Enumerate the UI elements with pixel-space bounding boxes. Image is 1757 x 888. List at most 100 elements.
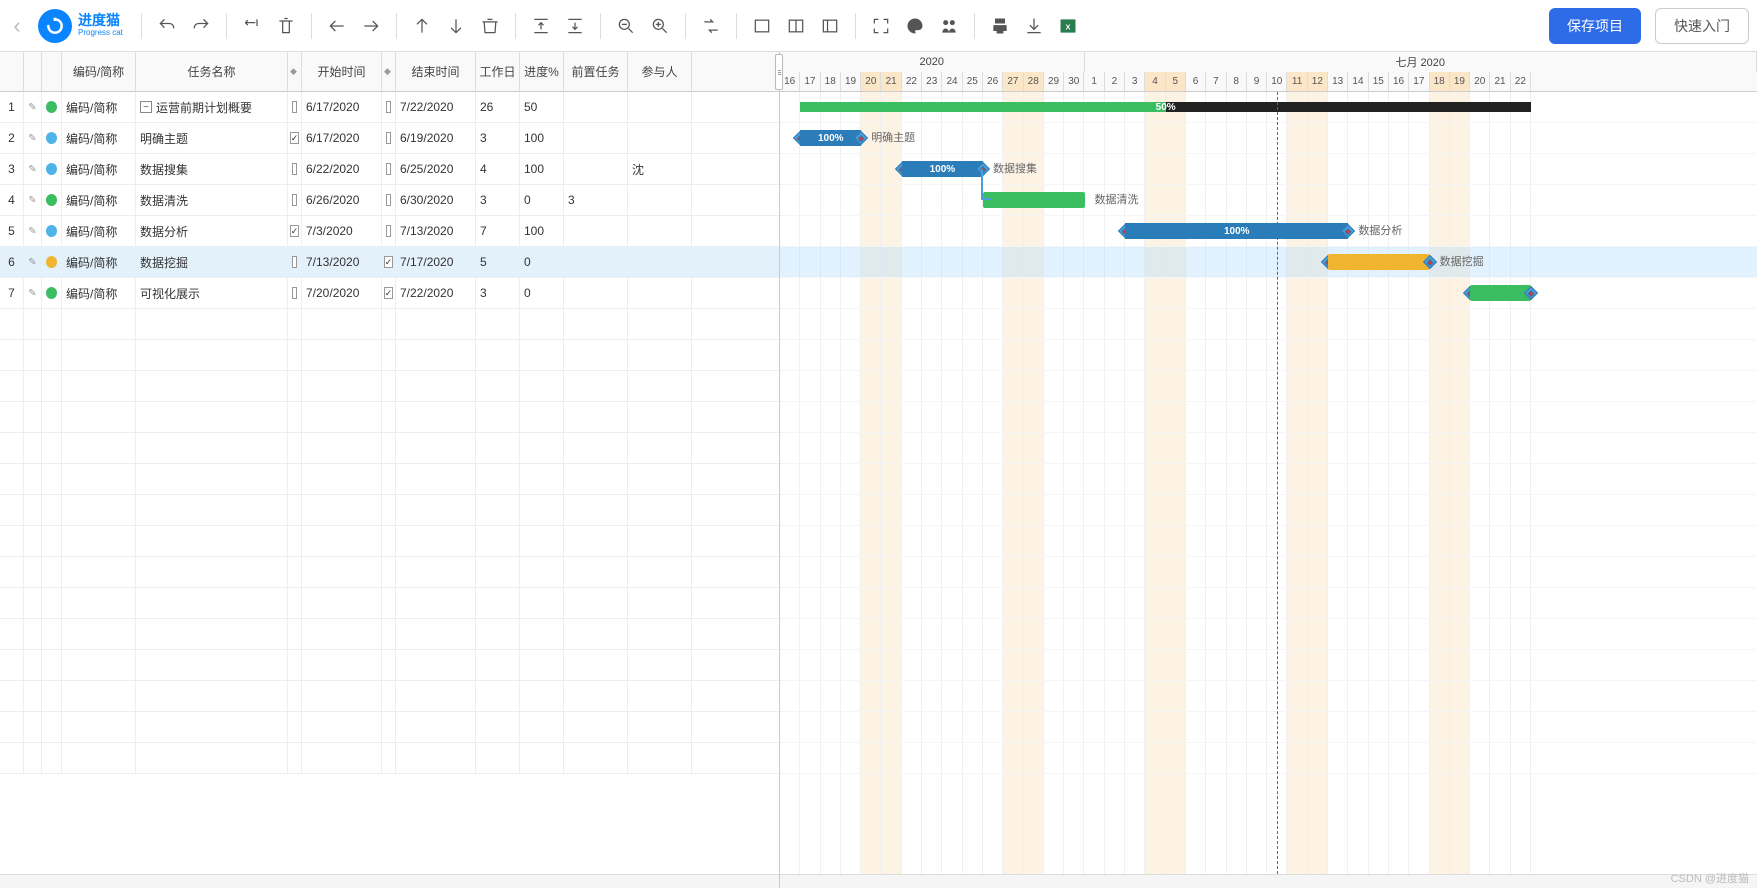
gantt-row[interactable] <box>780 526 1757 557</box>
gantt-row[interactable]: 数据挖掘 <box>780 247 1757 278</box>
table-row[interactable] <box>0 495 779 526</box>
table-row[interactable] <box>0 619 779 650</box>
theme-button[interactable] <box>900 11 930 41</box>
gantt-row[interactable] <box>780 402 1757 433</box>
start-checkbox[interactable] <box>288 154 302 184</box>
grid-body[interactable]: 1✎编码/简称−运营前期计划概要6/17/20207/22/202026502✎… <box>0 92 779 874</box>
col-participants[interactable]: 参与人 <box>628 52 692 91</box>
redo-button[interactable] <box>186 11 216 41</box>
gantt-row[interactable]: 50% <box>780 92 1757 123</box>
gantt-summary-bar[interactable]: 50% <box>800 102 1531 112</box>
edit-row-icon[interactable]: ✎ <box>24 154 42 184</box>
table-row[interactable]: 3✎编码/简称数据搜集6/22/20206/25/20204100沈 <box>0 154 779 185</box>
color-dot[interactable] <box>42 92 62 122</box>
table-row[interactable] <box>0 309 779 340</box>
edit-row-icon[interactable]: ✎ <box>24 216 42 246</box>
gantt-row[interactable] <box>780 588 1757 619</box>
color-dot[interactable] <box>42 278 62 308</box>
color-dot[interactable] <box>42 216 62 246</box>
edit-row-icon[interactable]: ✎ <box>24 247 42 277</box>
grid-h-scrollbar[interactable] <box>0 874 779 888</box>
gantt-task-bar[interactable]: 100%明确主题 <box>800 130 861 146</box>
gantt-row[interactable] <box>780 278 1757 309</box>
zoom-in-button[interactable] <box>645 11 675 41</box>
share-button[interactable] <box>934 11 964 41</box>
add-task-button[interactable] <box>237 11 267 41</box>
start-checkbox[interactable] <box>288 278 302 308</box>
start-checkbox[interactable] <box>288 185 302 215</box>
table-row[interactable] <box>0 402 779 433</box>
zoom-out-button[interactable] <box>611 11 641 41</box>
expand-toggle[interactable]: − <box>140 101 152 113</box>
col-workdays[interactable]: 工作日 <box>476 52 520 91</box>
gantt-row[interactable]: 100%数据分析 <box>780 216 1757 247</box>
table-row[interactable] <box>0 340 779 371</box>
table-row[interactable] <box>0 743 779 774</box>
gantt-row[interactable] <box>780 557 1757 588</box>
gantt-row[interactable] <box>780 340 1757 371</box>
undo-button[interactable] <box>152 11 182 41</box>
edit-row-icon[interactable]: ✎ <box>24 185 42 215</box>
gantt-row[interactable] <box>780 712 1757 743</box>
start-checkbox[interactable]: ✓ <box>288 216 302 246</box>
gantt-row[interactable] <box>780 464 1757 495</box>
color-dot[interactable] <box>42 185 62 215</box>
table-row[interactable] <box>0 712 779 743</box>
col-start[interactable]: 开始时间 <box>302 52 382 91</box>
end-checkbox[interactable] <box>382 123 396 153</box>
gantt-row[interactable]: 数据清洗 <box>780 185 1757 216</box>
gantt-task-bar[interactable] <box>1470 285 1531 301</box>
move-up-button[interactable] <box>407 11 437 41</box>
table-row[interactable]: 4✎编码/简称数据清洗6/26/20206/30/2020303 <box>0 185 779 216</box>
gantt-task-bar[interactable]: 100%数据分析 <box>1125 223 1348 239</box>
table-row[interactable] <box>0 588 779 619</box>
outdent-button[interactable] <box>322 11 352 41</box>
table-row[interactable] <box>0 433 779 464</box>
delete-task-button[interactable] <box>271 11 301 41</box>
start-checkbox[interactable] <box>288 92 302 122</box>
color-dot[interactable] <box>42 154 62 184</box>
edit-row-icon[interactable]: ✎ <box>24 123 42 153</box>
gantt-row[interactable] <box>780 650 1757 681</box>
gantt-h-scrollbar[interactable] <box>780 874 1757 888</box>
gantt-row[interactable] <box>780 433 1757 464</box>
logo[interactable]: 进度猫 Progress cat <box>30 9 131 43</box>
table-row[interactable] <box>0 650 779 681</box>
collapse-all-button[interactable] <box>526 11 556 41</box>
layout-split-button[interactable] <box>781 11 811 41</box>
indent-button[interactable] <box>356 11 386 41</box>
col-predecessors[interactable]: 前置任务 <box>564 52 628 91</box>
table-row[interactable]: 6✎编码/简称数据挖掘7/13/2020✓7/17/202050 <box>0 247 779 278</box>
table-row[interactable] <box>0 371 779 402</box>
layout-grid-button[interactable] <box>747 11 777 41</box>
gantt-row[interactable] <box>780 681 1757 712</box>
table-row[interactable]: 2✎编码/简称明确主题✓6/17/20206/19/20203100 <box>0 123 779 154</box>
export-excel-button[interactable]: X <box>1053 11 1083 41</box>
table-row[interactable]: 5✎编码/简称数据分析✓7/3/20207/13/20207100 <box>0 216 779 247</box>
gantt-row[interactable] <box>780 743 1757 774</box>
layout-gantt-button[interactable] <box>815 11 845 41</box>
link-tasks-button[interactable] <box>696 11 726 41</box>
gantt-row[interactable]: 100%数据搜集 <box>780 154 1757 185</box>
table-row[interactable] <box>0 526 779 557</box>
end-checkbox[interactable] <box>382 154 396 184</box>
color-dot[interactable] <box>42 123 62 153</box>
gantt-task-bar[interactable]: 数据清洗 <box>983 192 1085 208</box>
start-checkbox[interactable]: ✓ <box>288 123 302 153</box>
table-row[interactable]: 1✎编码/简称−运营前期计划概要6/17/20207/22/20202650 <box>0 92 779 123</box>
save-project-button[interactable]: 保存项目 <box>1549 8 1641 44</box>
print-button[interactable] <box>985 11 1015 41</box>
table-row[interactable] <box>0 681 779 712</box>
panel-splitter[interactable] <box>775 52 783 888</box>
download-button[interactable] <box>1019 11 1049 41</box>
expand-all-button[interactable] <box>560 11 590 41</box>
table-row[interactable] <box>0 464 779 495</box>
col-end[interactable]: 结束时间 <box>396 52 476 91</box>
trash-button[interactable] <box>475 11 505 41</box>
fullscreen-button[interactable] <box>866 11 896 41</box>
start-checkbox[interactable] <box>288 247 302 277</box>
col-code[interactable]: 编码/简称 <box>62 52 136 91</box>
edit-row-icon[interactable]: ✎ <box>24 92 42 122</box>
color-dot[interactable] <box>42 247 62 277</box>
end-checkbox[interactable]: ✓ <box>382 247 396 277</box>
